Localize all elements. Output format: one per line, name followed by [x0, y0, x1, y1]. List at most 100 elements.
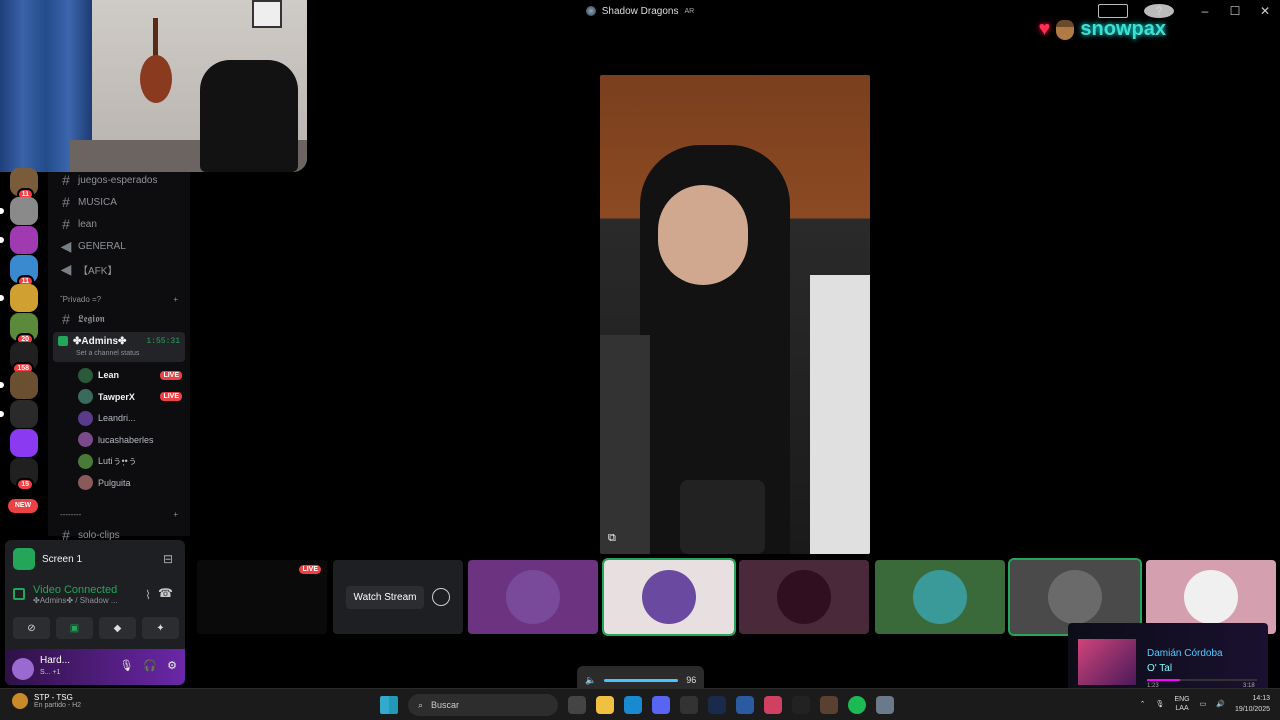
add-channel-icon[interactable]: + — [173, 510, 178, 519]
server-icon[interactable] — [10, 429, 38, 457]
clock[interactable]: 14:13 19/10/2025 — [1235, 693, 1270, 715]
popout-icon[interactable]: ⊟ — [163, 552, 173, 566]
server-icon[interactable] — [10, 400, 38, 428]
focused-video[interactable]: ⧉ — [600, 75, 870, 554]
participant-tile[interactable] — [739, 560, 869, 634]
windows-start-icon[interactable] — [380, 696, 398, 714]
category-separator[interactable]: -------- + — [60, 510, 178, 519]
settings-gear-icon[interactable]: ⚙ — [167, 659, 177, 672]
category-label: -------- — [60, 510, 82, 519]
voice-user-name: TawperX — [98, 391, 135, 402]
live-badge: LIVE — [160, 392, 182, 401]
server-icon[interactable]: 15 — [10, 458, 38, 491]
unread-pill — [0, 411, 4, 417]
noise-icon[interactable]: ⌇ — [145, 588, 151, 602]
channel-juegos-esperados[interactable]: # juegos-esperados — [60, 172, 157, 188]
disconnect-icon[interactable]: ☎ — [158, 586, 173, 600]
network-icon[interactable]: ▭ — [1200, 700, 1207, 708]
maximize-button[interactable]: ☐ — [1220, 4, 1250, 18]
stream-preview-tile[interactable]: LIVE — [197, 560, 327, 634]
channel-label: 【AFK】 — [78, 265, 118, 277]
headset-icon[interactable]: 🎧 — [143, 659, 157, 672]
participant-tile[interactable] — [874, 560, 1005, 634]
volume-tray-icon[interactable]: 🔊 — [1216, 700, 1225, 708]
app-icon[interactable] — [792, 696, 810, 714]
volume-slider[interactable] — [604, 678, 679, 682]
inbox-icon[interactable] — [1098, 4, 1128, 18]
voice-user[interactable]: Leandri... — [78, 410, 182, 426]
hash-icon: # — [62, 194, 70, 210]
search-box[interactable]: ⌕ Buscar — [408, 694, 558, 716]
camera-off-button[interactable]: ⊘ — [13, 617, 50, 639]
add-channel-icon[interactable]: + — [173, 295, 178, 304]
task-view-icon[interactable] — [568, 696, 586, 714]
channel-legion[interactable]: # 𝕷𝖊𝖌𝖎𝖔𝖓 — [60, 311, 105, 327]
wall-frame — [252, 0, 282, 28]
voice-user[interactable]: Lean LIVE — [78, 367, 182, 383]
speaker-icon — [58, 336, 68, 346]
guitar — [140, 55, 172, 103]
video-thermos — [600, 335, 650, 554]
steam-icon[interactable] — [708, 696, 726, 714]
mic-tray-icon[interactable]: 🎙 — [1156, 700, 1165, 708]
spotify-icon[interactable] — [848, 696, 866, 714]
popout-video-icon[interactable]: ⧉ — [608, 532, 624, 546]
activity-button[interactable]: ◆ — [99, 617, 136, 639]
file-explorer-icon[interactable] — [596, 696, 614, 714]
voice-user[interactable]: Lutiぅ•ฺ•ぅ — [78, 453, 182, 469]
music-song: O' Tal — [1147, 663, 1173, 674]
close-button[interactable]: ✕ — [1250, 4, 1280, 18]
live-badge: LIVE — [160, 370, 182, 380]
edge-icon[interactable] — [624, 696, 642, 714]
chevron-up-icon[interactable]: ⌃ — [1140, 700, 1146, 708]
watch-stream-button[interactable]: Watch Stream — [345, 585, 425, 609]
speaker-icon: ◀ — [60, 237, 72, 254]
discord-taskbar-icon[interactable] — [652, 696, 670, 714]
participant-tile[interactable] — [601, 558, 736, 636]
search-label: Buscar — [431, 700, 460, 710]
app-icon[interactable] — [680, 696, 698, 714]
server-icon[interactable]: 20 — [10, 313, 38, 346]
voice-user[interactable]: TawperX LIVE — [78, 389, 182, 405]
settings-icon[interactable] — [876, 696, 894, 714]
server-icon[interactable]: 158 — [10, 342, 38, 375]
system-tray: ⌃ 🎙 ENG LAA ▭ 🔊 14:13 19/10/2025 — [1140, 693, 1270, 715]
category-private[interactable]: ˇPrivado =? + — [60, 295, 178, 304]
webcam-overlay — [0, 0, 307, 172]
soundboard-button[interactable]: ✦ — [142, 617, 179, 639]
channel-general[interactable]: ◀ GENERAL — [60, 238, 126, 254]
server-icon[interactable]: 11 — [10, 255, 38, 288]
channel-musica[interactable]: # MUSICA — [60, 194, 117, 210]
server-icon[interactable] — [10, 284, 38, 312]
connection-location[interactable]: ✤Admins✤ / Shadow ... — [33, 596, 118, 605]
user-avatar[interactable] — [12, 658, 34, 680]
minimize-button[interactable]: – — [1190, 4, 1220, 18]
server-icon[interactable] — [10, 197, 38, 225]
channel-status[interactable]: Set a channel status — [76, 350, 139, 357]
server-name: Shadow Dragons — [601, 5, 679, 17]
game-widget[interactable]: STP - TSG En partido - H2 — [12, 693, 81, 709]
voice-user[interactable]: Pulguita — [78, 475, 182, 491]
channel-afk[interactable]: ◀ 【AFK】 — [60, 261, 118, 277]
screen-label: Screen 1 — [42, 553, 83, 565]
server-icon[interactable]: NEW — [8, 499, 38, 513]
app-icon[interactable] — [764, 696, 782, 714]
screen-share-button[interactable]: ▣ — [56, 617, 93, 639]
language-indicator[interactable]: ENG LAA — [1174, 695, 1189, 713]
mic-icon[interactable]: 🎙 — [119, 659, 133, 672]
server-icon[interactable]: 11 — [10, 168, 38, 201]
speaker-volume-icon[interactable]: 🔈 — [585, 675, 596, 686]
server-icon[interactable] — [10, 226, 38, 254]
app-icon[interactable] — [736, 696, 754, 714]
channel-lean[interactable]: # lean — [60, 216, 97, 232]
active-voice-channel[interactable]: ✤Admins✤ 1:55:31 Set a channel status — [53, 332, 185, 362]
participant-tile[interactable] — [468, 560, 598, 634]
server-icon[interactable] — [10, 371, 38, 399]
help-icon[interactable]: ? — [1144, 4, 1174, 18]
watch-options-icon[interactable] — [432, 588, 451, 606]
new-badge: NEW — [14, 502, 32, 509]
voice-user-name: lucashaberles — [98, 434, 154, 445]
voice-user[interactable]: lucashaberles — [78, 432, 182, 448]
app-icon[interactable] — [820, 696, 838, 714]
avatar — [78, 410, 93, 426]
